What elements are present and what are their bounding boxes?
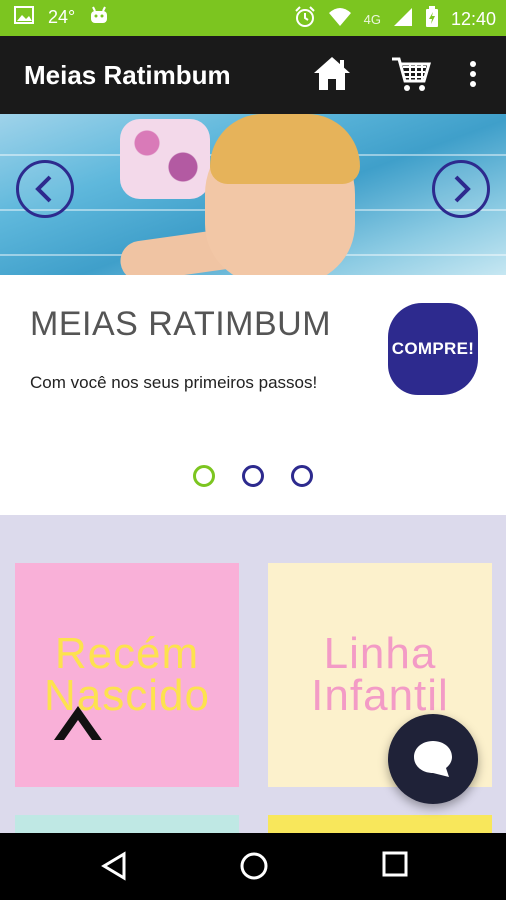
slide-dot[interactable] <box>193 465 215 487</box>
scroll-to-top-button[interactable] <box>52 700 104 751</box>
home-icon[interactable] <box>312 54 352 99</box>
banner-slider[interactable] <box>0 114 506 275</box>
slider-indicator <box>0 465 506 495</box>
chevron-right-icon <box>454 175 471 203</box>
back-icon[interactable] <box>100 851 128 886</box>
promo-heading: MEIAS RATIMBUM <box>30 305 332 343</box>
category-label: Recém <box>54 629 200 678</box>
android-icon <box>89 6 109 29</box>
overflow-menu-icon[interactable] <box>468 60 478 95</box>
temperature: 24° <box>48 7 76 27</box>
recents-icon[interactable] <box>382 851 408 882</box>
network-type: 4G <box>363 12 381 27</box>
compre-button[interactable]: COMPRE! <box>388 303 478 395</box>
app-bar: Meias Ratimbum <box>0 36 506 114</box>
clock: 12:40 <box>450 9 496 29</box>
category-label: Linha <box>323 629 437 678</box>
slide-dot[interactable] <box>242 465 264 487</box>
app-title: Meias Ratimbum <box>24 60 231 90</box>
slider-next-button[interactable] <box>432 160 490 218</box>
category-recem-nascido[interactable]: Recém Nascido <box>15 563 239 787</box>
promo-section: MEIAS RATIMBUM Com você nos seus primeir… <box>0 275 506 515</box>
category-label: Infantil <box>311 671 449 720</box>
slider-prev-button[interactable] <box>16 160 74 218</box>
battery-icon <box>425 6 439 33</box>
chat-bubble-icon <box>414 741 452 777</box>
slide-dot[interactable] <box>291 465 313 487</box>
gallery-icon <box>14 6 34 29</box>
promo-subtitle: Com você nos seus primeiros passos! <box>30 373 318 392</box>
chevron-left-icon <box>35 175 52 203</box>
alarm-icon <box>294 6 316 33</box>
home-nav-icon[interactable] <box>239 851 269 886</box>
chat-button[interactable] <box>388 714 478 804</box>
status-bar: 24° 4G 12:40 <box>0 0 506 36</box>
chevron-up-icon <box>54 706 102 740</box>
cart-icon[interactable] <box>390 54 432 99</box>
wifi-icon <box>328 7 352 32</box>
category-tile[interactable] <box>15 815 239 833</box>
signal-icon <box>393 7 413 32</box>
category-tile[interactable] <box>268 815 492 833</box>
swimsuit-image <box>120 119 210 199</box>
system-nav-bar <box>0 833 506 900</box>
